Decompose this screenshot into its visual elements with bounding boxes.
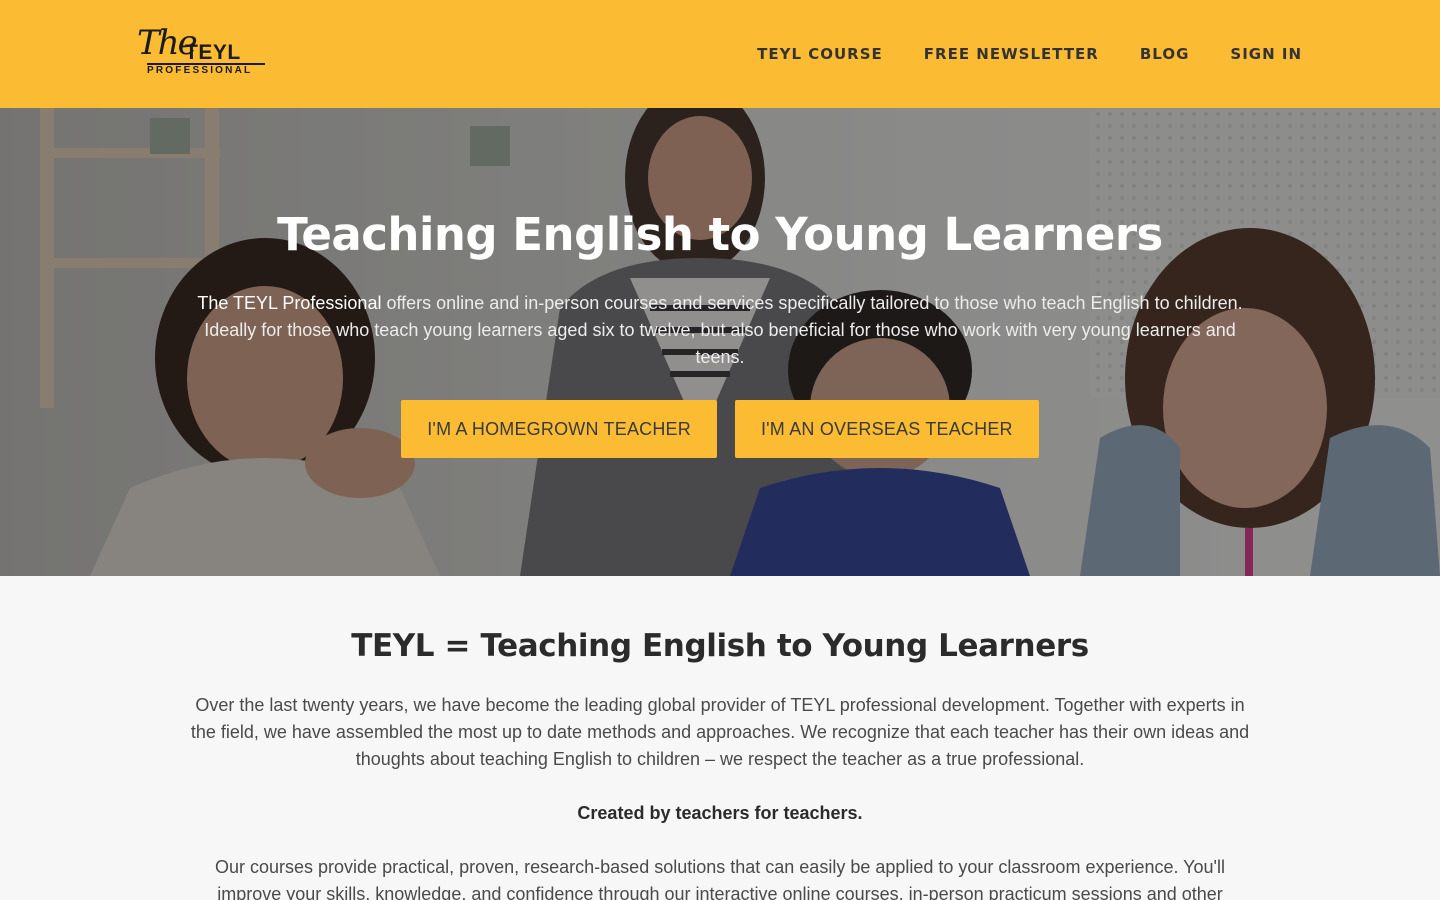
nav-link-sign-in[interactable]: SIGN IN xyxy=(1230,44,1302,64)
logo-brand-text: TEYL xyxy=(185,41,241,64)
hero-title: Teaching English to Young Learners xyxy=(277,208,1163,261)
about-tagline: Created by teachers for teachers. xyxy=(577,803,863,823)
nav-link-blog[interactable]: BLOG xyxy=(1140,44,1190,64)
about-paragraph-2: Our courses provide practical, proven, r… xyxy=(215,857,1225,900)
site-logo[interactable]: The TEYL PROFESSIONAL xyxy=(137,26,269,80)
overseas-teacher-button[interactable]: I'M AN OVERSEAS TEACHER xyxy=(734,400,1039,458)
about-title: TEYL = Teaching English to Young Learner… xyxy=(351,628,1089,664)
main-navigation: TEYL COURSE FREE NEWSLETTER BLOG SIGN IN xyxy=(757,44,1302,64)
hero-button-group: I'M A HOMEGROWN TEACHER I'M AN OVERSEAS … xyxy=(0,400,1440,458)
homegrown-teacher-button[interactable]: I'M A HOMEGROWN TEACHER xyxy=(401,400,717,458)
about-section: TEYL = Teaching English to Young Learner… xyxy=(0,576,1440,900)
hero-section: Teaching English to Young Learners The T… xyxy=(0,108,1440,576)
nav-link-free-newsletter[interactable]: FREE NEWSLETTER xyxy=(924,44,1099,64)
logo-subtitle-text: PROFESSIONAL xyxy=(147,65,253,76)
hero-description: The TEYL Professional offers online and … xyxy=(190,290,1250,371)
site-header: The TEYL PROFESSIONAL TEYL COURSE FREE N… xyxy=(0,0,1440,108)
hero-brand-name: The TEYL Professional xyxy=(197,293,382,313)
about-paragraph-1: Over the last twenty years, we have beco… xyxy=(190,695,1250,769)
nav-link-teyl-course[interactable]: TEYL COURSE xyxy=(757,44,883,64)
